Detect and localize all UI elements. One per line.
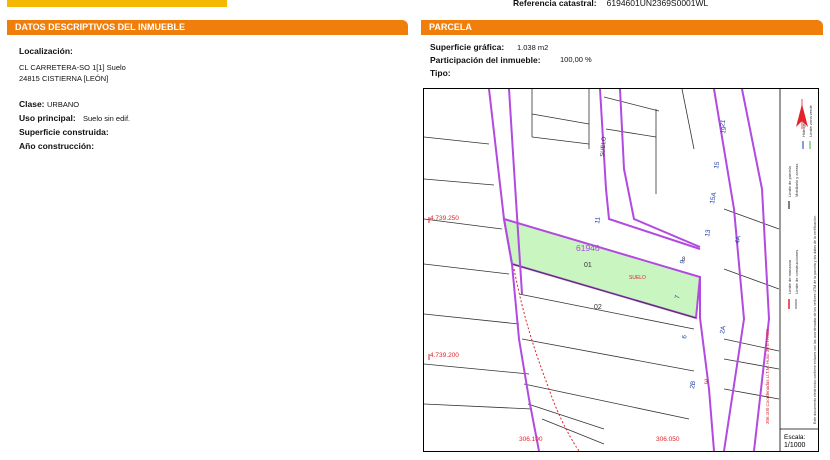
suelo-block-label: SUELO (600, 136, 608, 157)
scale-value: 1/1000 (784, 442, 806, 449)
address: CL CARRETERA-SO 1[1] Suelo 24815 CISTIER… (19, 62, 126, 84)
suelo-label: SUELO (629, 275, 646, 281)
ref-label: Referencia catastral: (513, 0, 597, 8)
legend-zona-verde: Límite zona verde (808, 104, 813, 137)
ano-construccion-label: Año construcción: (19, 141, 95, 151)
clase-value: URBANO (47, 100, 80, 109)
address-line-1: CL CARRETERA-SO 1[1] Suelo (19, 63, 126, 72)
street-number-15: 15 (713, 161, 721, 170)
referencia-catastral: Referencia catastral: 6194601UN2369S0001W… (513, 0, 708, 8)
section-header-datos: DATOS DESCRIPTIVOS DEL INMUEBLE (7, 20, 408, 35)
superficie-construida-label: Superficie construida: (19, 127, 109, 137)
top-accent-bar (7, 0, 227, 7)
legend-limite-parcela: Límite de parcela (787, 166, 792, 197)
legend-mobiliario: Mobiliario y aceras (794, 164, 799, 197)
address-line-2: 24815 CISTIERNA [LEÓN] (19, 74, 109, 83)
clase-label: Clase: (19, 99, 45, 109)
cadastral-map: 4.739.250 4.739.200 306.100 306.050 6194… (423, 88, 819, 452)
superficie-grafica-value: 1.038 m2 (517, 43, 549, 52)
subparcel-01: 01 (584, 262, 592, 269)
legend-limite-construcciones: Límite de construcciones (794, 250, 799, 294)
map-drawing: 4.739.250 4.739.200 306.100 306.050 6194… (424, 89, 818, 451)
uso-principal-label: Uso principal: (19, 113, 76, 123)
street-number-6: 6 (681, 334, 689, 339)
street-number-21: 21 (719, 119, 727, 128)
street-number-11: 11 (594, 216, 602, 224)
coord-x1: 306.100 (519, 436, 543, 443)
superficie-grafica-label: Superficie gráfica: (430, 42, 505, 52)
street-number-2b: 2B (689, 380, 697, 389)
participacion-value: 100,00 % (560, 55, 592, 64)
street-number-4a: 4A (734, 235, 742, 245)
subparcel-02: 02 (594, 304, 602, 311)
uso-principal-value: Suelo sin edif. (83, 114, 131, 123)
legend-limite-manzana: Límite de manzana (787, 259, 792, 294)
tipo-label: Tipo: (430, 68, 451, 78)
legend-note: Este documento electrónico contiene enla… (813, 215, 817, 424)
scale-label: Escala: (784, 434, 806, 441)
section-header-parcela: PARCELA (421, 20, 823, 35)
parcel-number: 61946 (576, 243, 600, 253)
utm-note: 306.100 Coordenadas U.T.M. Huso 30 ETRS8… (765, 328, 770, 424)
participacion-label: Participación del inmueble: (430, 55, 541, 65)
street-number-2a: 2A (719, 325, 727, 335)
coord-x2: 306.050 (656, 436, 680, 443)
block-label-3: 3 (704, 379, 708, 386)
localizacion-label: Localización: (19, 46, 73, 56)
street-number-19: 19 (720, 126, 728, 135)
ref-value: 6194601UN2369S0001WL (606, 0, 709, 8)
north-arrow-icon (796, 99, 808, 129)
street-number-15a: 15A (709, 191, 718, 204)
street-number-13: 13 (704, 229, 712, 238)
coord-y1: 4.739.250 (430, 215, 459, 222)
coord-y2: 4.739.200 (430, 352, 459, 359)
